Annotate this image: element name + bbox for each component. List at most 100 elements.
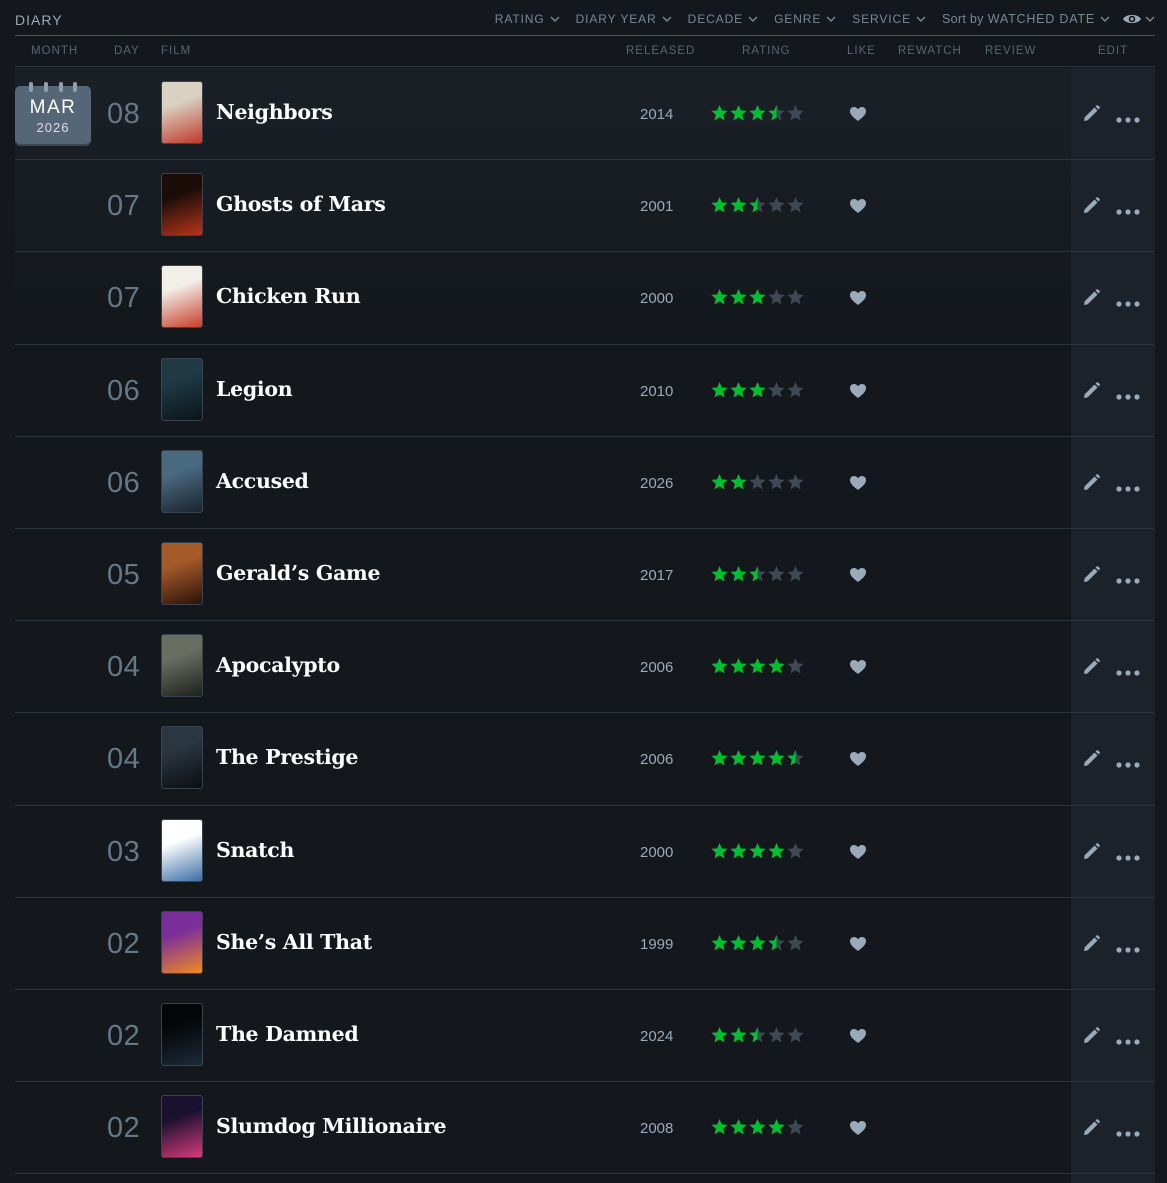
film-title[interactable]: Ghosts of Mars [216, 192, 386, 216]
release-year[interactable]: 2000 [640, 844, 673, 861]
filter-genre[interactable]: GENRE [774, 12, 836, 26]
edit-entry-button[interactable] [1081, 934, 1101, 959]
like-button[interactable] [849, 198, 867, 219]
film-title[interactable]: Legion [216, 377, 293, 401]
like-button[interactable] [849, 475, 867, 496]
entry-day[interactable]: 06 [107, 467, 145, 500]
like-button[interactable] [849, 383, 867, 404]
film-title[interactable]: Neighbors [216, 100, 333, 124]
filter-rating[interactable]: RATING [495, 12, 560, 26]
edit-entry-button[interactable] [1081, 1026, 1101, 1051]
entry-day[interactable]: 07 [107, 190, 145, 223]
more-options-button[interactable] [1116, 294, 1140, 312]
more-options-button[interactable] [1116, 1032, 1140, 1050]
film-poster[interactable] [161, 357, 203, 421]
entry-day[interactable]: 05 [107, 559, 145, 592]
star-full-icon [749, 750, 766, 766]
like-button[interactable] [849, 936, 867, 957]
release-year[interactable]: 2010 [640, 383, 673, 400]
release-year[interactable]: 2024 [640, 1028, 673, 1045]
edit-entry-button[interactable] [1081, 104, 1101, 129]
more-options-button[interactable] [1116, 571, 1140, 589]
edit-entry-button[interactable] [1081, 749, 1101, 774]
more-options-button[interactable] [1116, 755, 1140, 773]
like-button[interactable] [849, 290, 867, 311]
film-title[interactable]: Chicken Run [216, 284, 361, 308]
ellipsis-icon [1116, 209, 1140, 215]
film-title[interactable]: Accused [216, 469, 309, 493]
visibility-toggle[interactable] [1122, 12, 1155, 26]
like-button[interactable] [849, 106, 867, 127]
release-year[interactable]: 2006 [640, 751, 673, 768]
edit-entry-button[interactable] [1081, 381, 1101, 406]
film-poster[interactable] [161, 541, 203, 605]
film-poster[interactable] [161, 1002, 203, 1066]
edit-entry-button[interactable] [1081, 842, 1101, 867]
release-year[interactable]: 1999 [640, 936, 673, 953]
filter-decade[interactable]: DECADE [688, 12, 758, 26]
more-options-button[interactable] [1116, 1124, 1140, 1142]
release-year[interactable]: 2000 [640, 290, 673, 307]
more-options-button[interactable] [1116, 202, 1140, 220]
film-poster[interactable] [161, 265, 203, 329]
film-poster[interactable] [161, 818, 203, 882]
film-poster[interactable] [161, 1095, 203, 1159]
film-poster[interactable] [161, 173, 203, 237]
edit-entry-button[interactable] [1081, 473, 1101, 498]
calendar-month-badge[interactable]: MAR 2026 [15, 82, 91, 144]
more-options-button[interactable] [1116, 940, 1140, 958]
filter-diary-year[interactable]: DIARY YEAR [576, 12, 672, 26]
film-poster[interactable] [161, 634, 203, 698]
diary-entry-row: 04 Apocalypto 2006 [15, 621, 1155, 714]
edit-entry-button[interactable] [1081, 565, 1101, 590]
like-button[interactable] [849, 567, 867, 588]
entry-day[interactable]: 02 [107, 928, 145, 961]
like-button[interactable] [849, 844, 867, 865]
film-title[interactable]: Slumdog Millionaire [216, 1114, 447, 1138]
release-year[interactable]: 2006 [640, 659, 673, 676]
film-title[interactable]: She’s All That [216, 930, 372, 954]
more-options-button[interactable] [1116, 848, 1140, 866]
edit-entry-button[interactable] [1081, 288, 1101, 313]
star-full-icon [730, 842, 747, 858]
film-title[interactable]: Gerald’s Game [216, 561, 381, 585]
entry-day[interactable]: 04 [107, 743, 145, 776]
film-poster[interactable] [161, 449, 203, 513]
star-half-icon [787, 750, 804, 766]
edit-entry-button[interactable] [1081, 657, 1101, 682]
release-year[interactable]: 2001 [640, 198, 673, 215]
heart-icon [850, 1028, 866, 1043]
entry-day[interactable]: 03 [107, 836, 145, 869]
like-button[interactable] [849, 1120, 867, 1141]
film-title[interactable]: The Prestige [216, 745, 358, 769]
release-year[interactable]: 2026 [640, 475, 673, 492]
film-title[interactable]: The Damned [216, 1022, 359, 1046]
more-options-button[interactable] [1116, 387, 1140, 405]
star-full-icon [730, 473, 747, 490]
edit-entry-button[interactable] [1081, 196, 1101, 221]
film-title[interactable]: Apocalypto [216, 653, 340, 677]
entry-day[interactable]: 02 [107, 1020, 145, 1053]
filter-service[interactable]: SERVICE [852, 12, 926, 26]
edit-entry-button[interactable] [1081, 1118, 1101, 1143]
entry-day[interactable]: 04 [107, 651, 145, 684]
film-title[interactable]: Snatch [216, 838, 294, 862]
release-year[interactable]: 2008 [640, 1120, 673, 1137]
release-year[interactable]: 2014 [640, 106, 673, 123]
more-options-button[interactable] [1116, 663, 1140, 681]
release-year[interactable]: 2017 [640, 567, 673, 584]
entry-day[interactable]: 08 [107, 98, 145, 131]
like-button[interactable] [849, 751, 867, 772]
film-poster[interactable] [161, 81, 203, 144]
sort-dropdown[interactable]: Sort by WATCHED DATE [942, 12, 1110, 26]
entry-day[interactable]: 07 [107, 282, 145, 315]
more-options-button[interactable] [1116, 110, 1140, 128]
like-button[interactable] [849, 1028, 867, 1049]
star-full-icon [749, 105, 766, 121]
like-button[interactable] [849, 659, 867, 680]
entry-day[interactable]: 02 [107, 1112, 145, 1145]
film-poster[interactable] [161, 726, 203, 790]
film-poster[interactable] [161, 910, 203, 974]
more-options-button[interactable] [1116, 479, 1140, 497]
entry-day[interactable]: 06 [107, 375, 145, 408]
